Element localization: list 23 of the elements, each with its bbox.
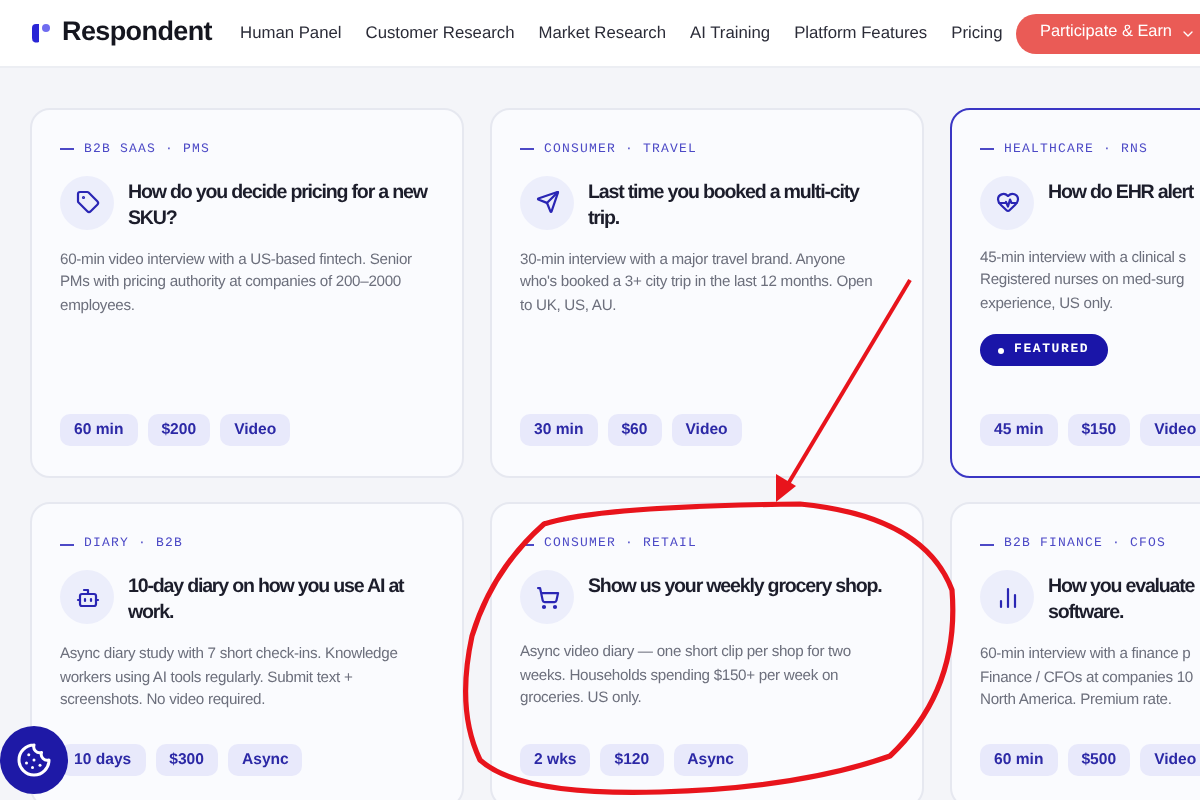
- study-title: How do you decide pricing for a new SKU?: [128, 179, 427, 232]
- study-title: How you evaluate software.: [1048, 574, 1195, 626]
- cookie-icon: [16, 742, 52, 778]
- logo-icon: [30, 22, 52, 44]
- bar-chart-icon: [980, 570, 1034, 624]
- study-title: 10-day diary on how you use AI at work.: [128, 574, 404, 626]
- cart-icon: [520, 570, 574, 624]
- tag-icon: [60, 175, 114, 230]
- nav-link[interactable]: Pricing: [951, 20, 1003, 46]
- cookie-settings-button[interactable]: [0, 726, 68, 794]
- nav-link[interactable]: AI Training: [690, 20, 771, 46]
- nav-link[interactable]: Customer Research: [365, 20, 515, 46]
- study-title: How do EHR alert: [1048, 179, 1194, 206]
- brand-name[interactable]: Respondent: [62, 12, 213, 54]
- study-card[interactable]: [30, 502, 464, 800]
- nav-link[interactable]: Market Research: [538, 20, 667, 46]
- nav-link[interactable]: Platform Features: [794, 20, 928, 46]
- study-title: Show us your weekly grocery shop.: [588, 574, 882, 600]
- heart-pulse-icon: [980, 175, 1034, 230]
- robot-icon: [60, 570, 114, 624]
- paper-plane-icon: [520, 175, 574, 230]
- nav-link[interactable]: Human Panel: [240, 20, 342, 46]
- study-title: Last time you booked a multi-city trip.: [588, 179, 859, 232]
